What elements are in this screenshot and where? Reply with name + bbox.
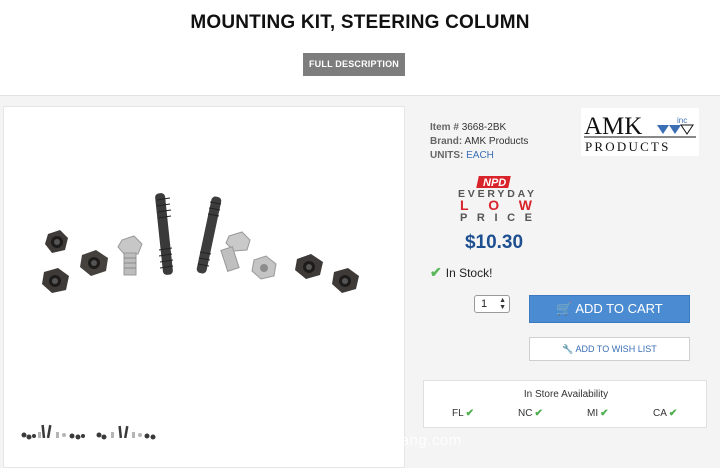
add-to-cart-label: ADD TO CART	[575, 301, 663, 316]
quantity-spinner-icon[interactable]: ▲ ▼	[499, 297, 506, 311]
page-title: MOUNTING KIT, STEERING COLUMN	[190, 12, 530, 33]
store-code: CA	[653, 408, 667, 419]
brand-logo-suffix: inc	[677, 116, 687, 125]
brand-label: Brand:	[430, 136, 463, 147]
product-thumbnail-1[interactable]	[20, 420, 88, 446]
store-availability-mi: MI ✔	[587, 408, 609, 419]
item-number-label: Item #	[430, 122, 459, 133]
stock-status-text: In Stock!	[445, 265, 493, 280]
wrench-icon: 🔧	[562, 344, 574, 354]
check-icon: ✔	[465, 408, 475, 419]
store-availability-fl: FL ✔	[452, 408, 474, 419]
check-icon: ✔	[534, 408, 543, 419]
store-availability-title: In Store Availability	[523, 389, 609, 400]
quantity-select[interactable]: 1 ▲ ▼	[474, 295, 510, 313]
product-price: $10.30	[464, 232, 524, 253]
store-availability-nc: NC ✔	[518, 408, 543, 419]
stock-status: ✔ In Stock!	[430, 264, 492, 281]
brand-row: Brand: AMK Products	[430, 136, 528, 147]
item-number-row: Item # 3668-2BK	[430, 122, 506, 133]
badge-price: PRICE	[460, 212, 532, 222]
check-icon: ✔	[600, 408, 609, 419]
product-thumbnail-2[interactable]	[95, 420, 163, 446]
brand-logo[interactable]: AMK inc PRODUCTS	[581, 108, 699, 156]
product-main-image[interactable]	[14, 120, 392, 398]
brand-value: AMK Products	[464, 136, 529, 147]
units-value[interactable]: EACH	[466, 150, 494, 161]
units-row: UNITS: EACH	[430, 150, 494, 161]
store-code: FL	[452, 408, 464, 419]
check-icon: ✔	[668, 408, 678, 419]
everyday-low-price-badge: NPD EVERYDAY LOW PRICE	[458, 176, 534, 222]
add-to-cart-button[interactable]: 🛒 ADD TO CART	[529, 295, 690, 323]
cart-icon: 🛒	[556, 301, 573, 316]
full-description-button[interactable]: FULL DESCRIPTION	[303, 53, 405, 76]
page-header: MOUNTING KIT, STEERING COLUMN FULL DESCR…	[0, 0, 720, 95]
units-label: UNITS:	[430, 150, 464, 161]
watermark-text: stang.com	[388, 432, 462, 449]
quantity-value: 1	[481, 298, 488, 310]
add-to-wishlist-label: ADD TO WISH LIST	[575, 344, 657, 354]
add-to-wishlist-button[interactable]: 🔧 ADD TO WISH LIST	[529, 337, 690, 361]
store-availability-ca: CA ✔	[653, 408, 677, 419]
brand-logo-text: AMK	[584, 113, 642, 140]
check-icon: ✔	[430, 264, 442, 280]
store-code: MI	[587, 408, 599, 419]
store-code: NC	[518, 408, 533, 419]
store-availability-box: In Store Availability FL ✔ NC ✔ MI ✔ CA ✔	[423, 380, 707, 428]
item-number-value: 3668-2BK	[461, 122, 507, 133]
brand-logo-subtext: PRODUCTS	[585, 139, 671, 154]
